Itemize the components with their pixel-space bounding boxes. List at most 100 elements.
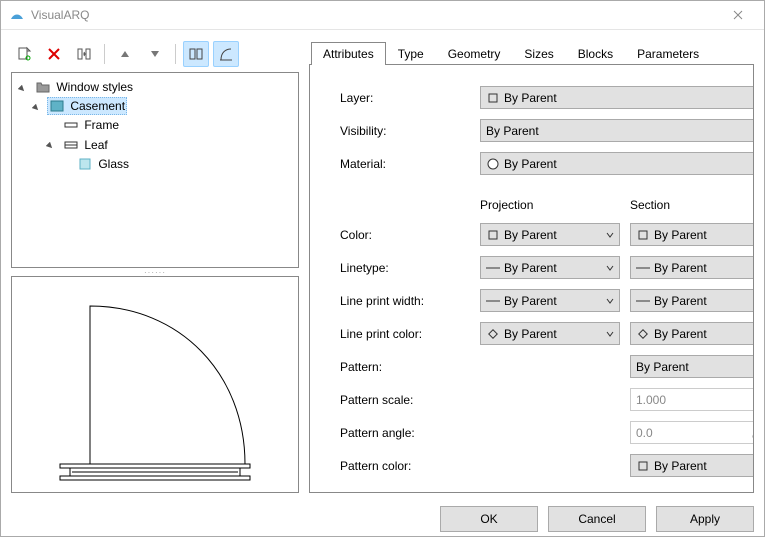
tree-item-label: Leaf xyxy=(84,138,107,152)
ok-button[interactable]: OK xyxy=(440,506,538,532)
label-visibility: Visibility: xyxy=(340,118,470,144)
tree-item-label: Casement xyxy=(70,99,125,113)
preview-panel xyxy=(11,276,299,493)
glass-icon xyxy=(77,156,93,172)
delete-item-button[interactable] xyxy=(41,41,67,67)
tree-item-label: Glass xyxy=(98,157,129,171)
label-material: Material: xyxy=(340,151,470,177)
lineprintwidth-projection-select[interactable]: By Parent xyxy=(480,289,620,312)
toolbar-separator xyxy=(104,44,105,64)
reorder-button[interactable] xyxy=(71,41,97,67)
patternscale-input[interactable]: 1.000 xyxy=(630,388,754,411)
right-column: Attributes Type Geometry Sizes Blocks Pa… xyxy=(309,40,754,493)
linetype-projection-select[interactable]: By Parent xyxy=(480,256,620,279)
chevron-down-icon xyxy=(605,329,615,339)
chevron-down-icon xyxy=(605,263,615,273)
dialog-footer: OK Cancel Apply xyxy=(11,501,754,537)
style-tree[interactable]: Window styles Casement xyxy=(11,72,299,268)
label-lineprintcolor: Line print color: xyxy=(340,321,470,347)
preview-drawing xyxy=(40,294,270,484)
tree-item-label: Window styles xyxy=(56,80,133,94)
line-swatch-icon xyxy=(486,261,500,275)
select-value: By Parent xyxy=(654,228,707,242)
square-swatch-icon xyxy=(486,91,500,105)
label-patternangle: Pattern angle: xyxy=(340,420,470,446)
chevron-down-icon xyxy=(605,296,615,306)
pattern-select[interactable]: By Parent xyxy=(630,355,754,378)
select-value: By Parent xyxy=(654,294,707,308)
leaf-icon xyxy=(63,137,79,153)
select-value: By Parent xyxy=(654,261,707,275)
tab-geometry[interactable]: Geometry xyxy=(436,42,513,65)
dialog-body: Window styles Casement xyxy=(1,30,764,547)
square-swatch-icon xyxy=(636,459,650,473)
frame-icon xyxy=(63,117,79,133)
tab-bar: Attributes Type Geometry Sizes Blocks Pa… xyxy=(309,40,754,64)
tab-type[interactable]: Type xyxy=(386,42,436,65)
visibility-select[interactable]: By Parent xyxy=(480,119,754,142)
line-swatch-icon xyxy=(636,294,650,308)
lineprintcolor-projection-select[interactable]: By Parent xyxy=(480,322,620,345)
collapse-toggle-icon[interactable] xyxy=(16,83,28,95)
input-value: 0.0 xyxy=(636,426,653,440)
angle-protractor-icon xyxy=(751,426,754,440)
square-swatch-icon xyxy=(486,228,500,242)
linetype-section-select[interactable]: By Parent xyxy=(630,256,754,279)
tab-parameters[interactable]: Parameters xyxy=(625,42,711,65)
move-down-button[interactable] xyxy=(142,41,168,67)
label-patternscale: Pattern scale: xyxy=(340,387,470,413)
tree-item-frame[interactable]: Frame xyxy=(44,115,296,135)
apply-button[interactable]: Apply xyxy=(656,506,754,532)
window-style-icon xyxy=(49,98,65,114)
select-value: By Parent xyxy=(504,294,557,308)
layer-select[interactable]: By Parent xyxy=(480,86,754,109)
move-up-button[interactable] xyxy=(112,41,138,67)
dialog-window: VisualARQ xyxy=(0,0,765,537)
left-column: Window styles Casement xyxy=(11,40,299,493)
tree-item-leaf[interactable]: Leaf xyxy=(44,135,296,175)
select-value: By Parent xyxy=(636,360,689,374)
select-value: By Parent xyxy=(654,327,707,341)
select-value: By Parent xyxy=(504,327,557,341)
tree-item-root[interactable]: Window styles Casement xyxy=(16,77,296,177)
cancel-button[interactable]: Cancel xyxy=(548,506,646,532)
select-value: By Parent xyxy=(654,459,707,473)
tab-attributes[interactable]: Attributes xyxy=(311,42,386,65)
lineprintcolor-section-select[interactable]: By Parent xyxy=(630,322,754,345)
tree-item-label: Frame xyxy=(84,118,119,132)
patternangle-input[interactable]: 0.0 xyxy=(630,421,754,444)
collapse-toggle-icon[interactable] xyxy=(30,102,42,114)
new-item-button[interactable] xyxy=(11,41,37,67)
folder-icon xyxy=(35,79,51,95)
splitter-handle[interactable]: ······ xyxy=(11,268,299,276)
main-row: Window styles Casement xyxy=(11,40,754,493)
material-select[interactable]: By Parent xyxy=(480,152,754,175)
tree-item-casement[interactable]: Casement Frame xyxy=(30,96,296,176)
left-toolbar xyxy=(11,40,299,68)
label-pattern: Pattern: xyxy=(340,354,470,380)
header-section: Section xyxy=(630,198,754,212)
square-swatch-icon xyxy=(636,228,650,242)
toolbar-separator xyxy=(175,44,176,64)
tab-sizes[interactable]: Sizes xyxy=(512,42,565,65)
label-patterncolor: Pattern color: xyxy=(340,453,470,479)
header-projection: Projection xyxy=(480,198,620,212)
label-lineprintwidth: Line print width: xyxy=(340,288,470,314)
collapse-toggle-icon[interactable] xyxy=(44,140,56,152)
chevron-down-icon xyxy=(605,230,615,240)
elevation-view-button[interactable] xyxy=(213,41,239,67)
color-projection-select[interactable]: By Parent xyxy=(480,223,620,246)
label-color: Color: xyxy=(340,222,470,248)
color-section-select[interactable]: By Parent xyxy=(630,223,754,246)
plan-view-button[interactable] xyxy=(183,41,209,67)
patterncolor-select[interactable]: By Parent xyxy=(630,454,754,477)
diamond-swatch-icon xyxy=(636,327,650,341)
select-value: By Parent xyxy=(504,228,557,242)
label-layer: Layer: xyxy=(340,85,470,111)
select-value: By Parent xyxy=(504,91,557,105)
close-button[interactable] xyxy=(716,1,760,29)
lineprintwidth-section-select[interactable]: By Parent xyxy=(630,289,754,312)
tree-item-glass[interactable]: Glass xyxy=(58,154,296,174)
select-value: By Parent xyxy=(504,261,557,275)
tab-blocks[interactable]: Blocks xyxy=(566,42,625,65)
